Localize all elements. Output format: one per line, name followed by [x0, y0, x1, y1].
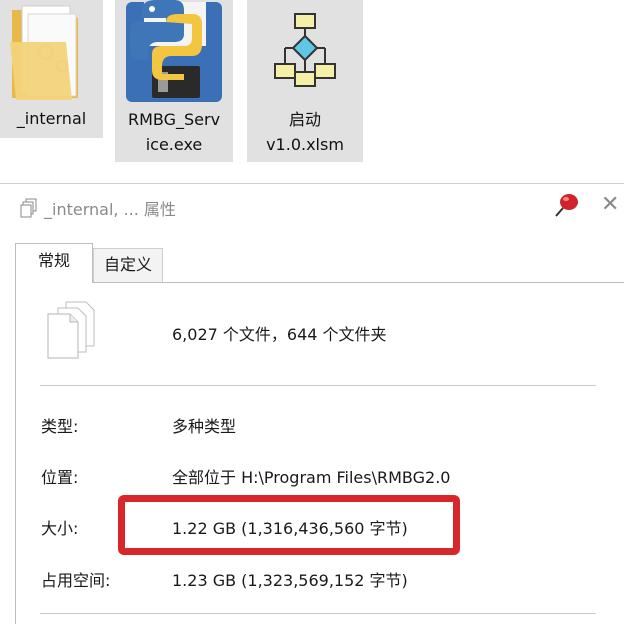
python-exe-icon — [126, 0, 222, 102]
files-icon — [20, 198, 37, 218]
file-item-start-xlsm[interactable]: 启动 v1.0.xlsm — [247, 0, 363, 162]
file-item-rmbg-service[interactable]: RMBG_Serv ice.exe — [115, 0, 233, 162]
file-name-line1: 启动 — [288, 110, 321, 129]
type-value: 多种类型 — [172, 417, 237, 436]
location-label: 位置: — [41, 468, 79, 487]
type-label: 类型: — [41, 417, 79, 436]
separator — [40, 385, 596, 386]
file-name-line2: v1.0.xlsm — [266, 135, 344, 154]
close-icon[interactable]: ✕ — [601, 194, 619, 216]
file-name-line1: RMBG_Serv — [127, 110, 221, 129]
dialog-title: _internal, ... 属性 — [44, 200, 176, 219]
file-item-internal[interactable]: _internal — [0, 0, 103, 138]
size-on-disk-value: 1.23 GB (1,323,569,152 字节) — [172, 571, 408, 590]
pin-icon[interactable] — [553, 191, 581, 219]
separator — [40, 613, 596, 614]
properties-dialog: _internal, ... 属性 ✕ 常规 自定义 6,027 个文件，644… — [0, 183, 624, 624]
file-name: _internal — [16, 109, 87, 128]
size-highlight-box — [118, 495, 460, 555]
multiple-files-icon — [47, 301, 95, 359]
flowchart-xlsm-icon — [274, 13, 336, 87]
folder-icon — [10, 5, 78, 100]
file-name-line2: ice.exe — [145, 135, 203, 154]
size-label: 大小: — [41, 519, 79, 538]
location-value: 全部位于 H:\Program Files\RMBG2.0 — [172, 468, 451, 487]
tab-general[interactable]: 常规 — [15, 243, 93, 283]
tab-custom[interactable]: 自定义 — [93, 248, 163, 283]
item-count-summary: 6,027 个文件，644 个文件夹 — [172, 325, 387, 344]
size-on-disk-label: 占用空间: — [41, 571, 111, 590]
